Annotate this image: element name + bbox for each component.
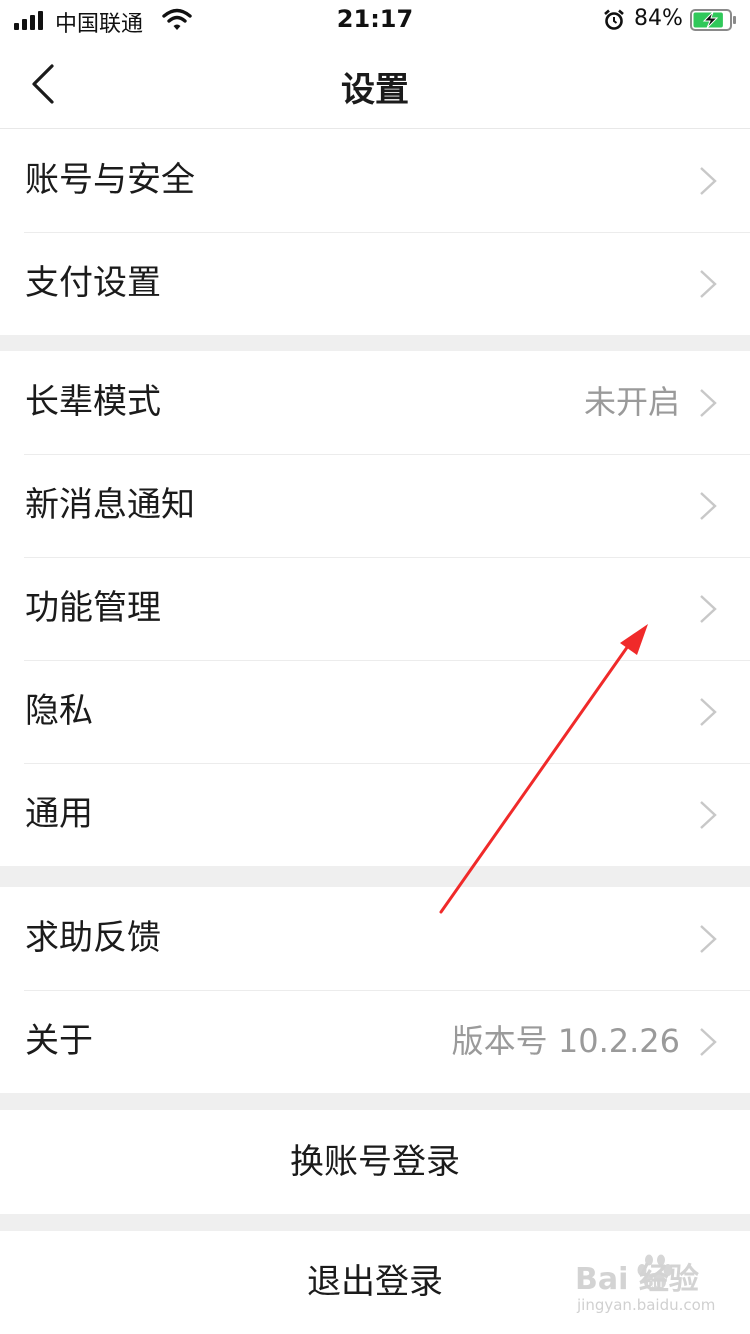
settings-item-label: 支付设置: [25, 263, 161, 303]
settings-group-help: 求助反馈 关于 版本号 10.2.26: [0, 887, 750, 1093]
settings-item-elder-mode[interactable]: 长辈模式 未开启: [0, 351, 750, 454]
settings-item-about[interactable]: 关于 版本号 10.2.26: [0, 990, 750, 1093]
battery-percent: 84%: [634, 6, 683, 31]
chevron-right-icon: [700, 492, 717, 520]
chevron-right-icon: [700, 1028, 717, 1056]
nav-bar: 设置: [0, 40, 750, 129]
watermark-url: jingyan.baidu.com: [577, 1296, 716, 1314]
settings-item-label: 求助反馈: [25, 918, 161, 958]
settings-item-label: 隐私: [25, 691, 93, 731]
settings-group-account: 账号与安全 支付设置: [0, 129, 750, 335]
baidu-jingyan-watermark: du Bai 经验 jingyan.baidu.com: [575, 1252, 740, 1324]
back-chevron-icon[interactable]: [24, 60, 64, 108]
settings-item-label: 新消息通知: [25, 485, 195, 525]
chevron-right-icon: [700, 698, 717, 726]
battery-charging-icon: [690, 9, 736, 31]
status-bar: 中国联通 21:17 84%: [0, 0, 750, 40]
chevron-right-icon: [700, 801, 717, 829]
settings-item-account-security[interactable]: 账号与安全: [0, 129, 750, 232]
settings-item-label: 长辈模式: [25, 382, 161, 422]
switch-account-button[interactable]: 换账号登录: [0, 1110, 750, 1214]
settings-item-notifications[interactable]: 新消息通知: [0, 454, 750, 557]
watermark-text: Bai 经验: [575, 1262, 699, 1297]
settings-item-help-feedback[interactable]: 求助反馈: [0, 887, 750, 990]
elder-mode-status: 未开启: [583, 383, 680, 421]
chevron-right-icon: [700, 925, 717, 953]
settings-item-label: 通用: [25, 794, 93, 834]
settings-group-general: 长辈模式 未开启 新消息通知 功能管理 隐私 通用: [0, 351, 750, 866]
settings-item-payment[interactable]: 支付设置: [0, 232, 750, 335]
chevron-right-icon: [700, 270, 717, 298]
settings-item-label: 功能管理: [25, 588, 161, 628]
app-version: 版本号 10.2.26: [451, 1022, 680, 1060]
settings-item-privacy[interactable]: 隐私: [0, 660, 750, 763]
chevron-right-icon: [700, 167, 717, 195]
settings-item-general[interactable]: 通用: [0, 763, 750, 866]
settings-item-feature-management[interactable]: 功能管理: [0, 557, 750, 660]
chevron-right-icon: [700, 389, 717, 417]
settings-item-label: 账号与安全: [25, 160, 195, 200]
page-title: 设置: [341, 70, 409, 110]
chevron-right-icon: [700, 595, 717, 623]
settings-item-label: 关于: [25, 1021, 93, 1061]
alarm-icon: [604, 9, 624, 30]
